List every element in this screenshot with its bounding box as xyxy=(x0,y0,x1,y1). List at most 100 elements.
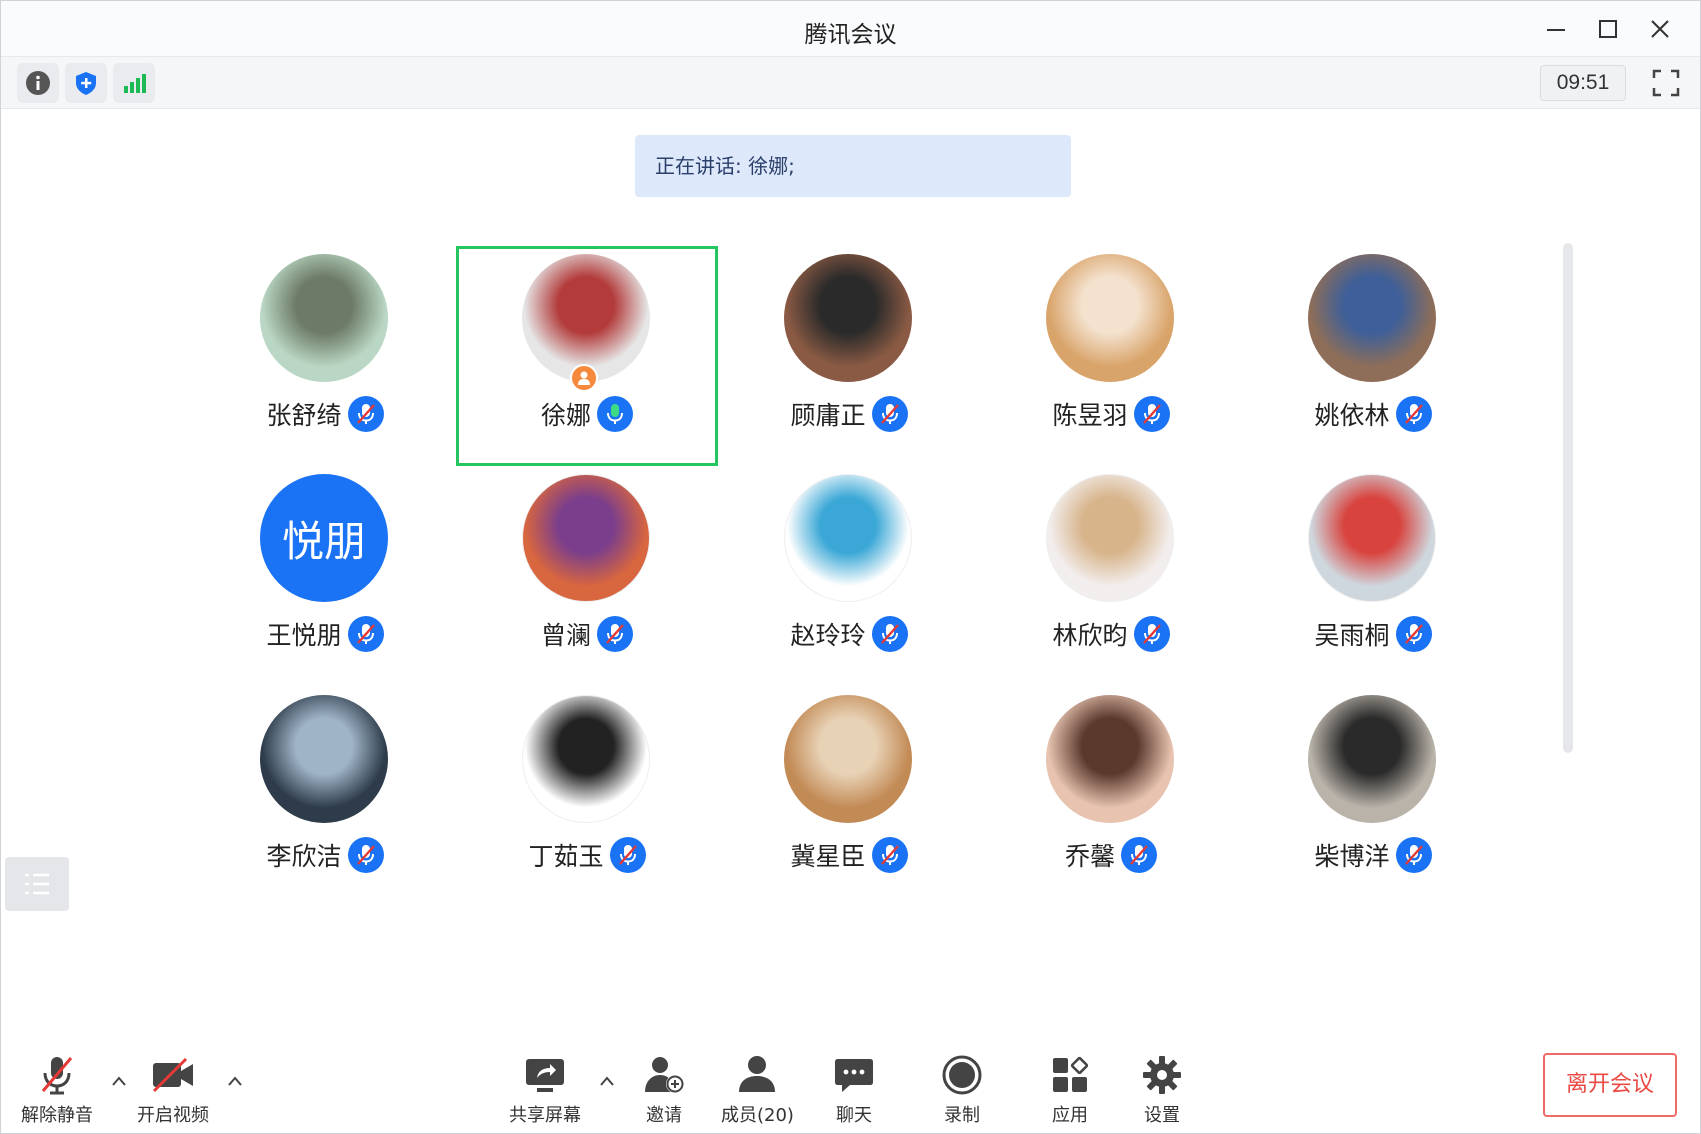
participant-name-row: 丁茹玉 xyxy=(456,837,718,873)
invite-label: 邀请 xyxy=(646,1105,682,1126)
window-controls xyxy=(1530,11,1686,47)
participant-name-row: 顾庸正 xyxy=(718,396,980,432)
participant-tile[interactable]: 徐娜 xyxy=(456,246,718,466)
apps-label: 应用 xyxy=(1052,1105,1088,1126)
meeting-info-bar: 09:51 xyxy=(1,57,1700,109)
info-icon xyxy=(26,71,50,95)
invite-button[interactable]: 邀请 xyxy=(641,1053,687,1127)
participant-name: 林欣昀 xyxy=(1052,621,1128,650)
meeting-info-button[interactable] xyxy=(17,63,59,103)
mic-muted-icon xyxy=(1395,837,1432,873)
participant-tile[interactable]: 林欣昀 xyxy=(980,466,1242,686)
participant-name-row: 乔馨 xyxy=(980,837,1242,873)
avatar xyxy=(1308,254,1436,382)
mic-muted-icon xyxy=(609,837,646,873)
participant-name-row: 王悦朋 xyxy=(194,616,456,652)
unmute-button[interactable]: 解除静音 xyxy=(21,1053,93,1127)
avatar xyxy=(784,695,912,823)
members-label: 成员(20) xyxy=(721,1105,794,1126)
participant-name: 丁茹玉 xyxy=(528,842,604,871)
share-screen-label: 共享屏幕 xyxy=(509,1105,581,1126)
participant-tile[interactable]: 李欣洁 xyxy=(194,687,456,907)
avatar xyxy=(784,254,912,382)
chat-label: 聊天 xyxy=(836,1105,872,1126)
meeting-clock: 09:51 xyxy=(1540,65,1626,101)
participant-name-row: 冀星臣 xyxy=(718,837,980,873)
participant-tile[interactable]: 悦朋 王悦朋 xyxy=(194,466,456,686)
add-person-icon xyxy=(645,1057,684,1093)
record-icon xyxy=(942,1055,982,1095)
minimize-icon xyxy=(1547,29,1565,31)
avatar xyxy=(260,695,388,823)
participant-tile[interactable]: 柴博洋 xyxy=(1242,687,1504,907)
minimize-button[interactable] xyxy=(1530,11,1582,47)
share-screen-button[interactable]: 共享屏幕 xyxy=(509,1053,581,1127)
settings-button[interactable]: 设置 xyxy=(1139,1053,1185,1127)
list-icon xyxy=(25,873,49,895)
maximize-button[interactable] xyxy=(1582,11,1634,47)
participant-name-row: 林欣昀 xyxy=(980,616,1242,652)
mic-muted-icon xyxy=(41,1057,73,1095)
record-button[interactable]: 录制 xyxy=(939,1053,985,1127)
fullscreen-icon xyxy=(1652,69,1680,97)
gear-icon xyxy=(1143,1056,1181,1094)
participant-tile[interactable]: 乔馨 xyxy=(980,687,1242,907)
grid-scrollbar[interactable] xyxy=(1563,243,1573,753)
fullscreen-button[interactable] xyxy=(1646,65,1686,101)
participant-tile[interactable]: 陈昱羽 xyxy=(980,246,1242,466)
settings-label: 设置 xyxy=(1144,1105,1180,1126)
chevron-up-icon xyxy=(112,1076,126,1086)
participant-name: 李欣洁 xyxy=(266,842,342,871)
participant-name: 乔馨 xyxy=(1064,842,1115,871)
mic-muted-icon xyxy=(1395,396,1432,432)
apps-button[interactable]: 应用 xyxy=(1047,1053,1093,1127)
participant-tile[interactable]: 张舒绮 xyxy=(194,246,456,466)
shield-icon xyxy=(76,72,96,95)
mic-muted-icon xyxy=(1395,616,1432,652)
close-button[interactable] xyxy=(1634,11,1686,47)
participant-tile[interactable]: 赵玲玲 xyxy=(718,466,980,686)
participant-tile[interactable]: 顾庸正 xyxy=(718,246,980,466)
mic-muted-icon xyxy=(871,616,908,652)
security-button[interactable] xyxy=(65,63,107,103)
avatar: 悦朋 xyxy=(260,474,388,602)
participant-tile[interactable]: 姚依林 xyxy=(1242,246,1504,466)
participant-name-row: 赵玲玲 xyxy=(718,616,980,652)
video-options-caret[interactable] xyxy=(225,1071,245,1091)
mic-muted-icon xyxy=(1121,837,1157,873)
leave-meeting-button[interactable]: 离开会议 xyxy=(1543,1053,1677,1117)
bottom-toolbar: 解除静音 开启视频 共享屏幕 邀请 成员(20) 聊天 录制 应用 设置 离开会… xyxy=(1,1041,1700,1134)
participant-name-row: 吴雨桐 xyxy=(1242,616,1504,652)
participant-tile[interactable]: 曾澜 xyxy=(456,466,718,686)
participant-tile[interactable]: 吴雨桐 xyxy=(1242,466,1504,686)
side-panel-toggle[interactable] xyxy=(5,857,69,911)
avatar xyxy=(522,474,650,602)
start-video-button[interactable]: 开启视频 xyxy=(137,1053,209,1127)
chevron-up-icon xyxy=(600,1076,614,1086)
chat-icon xyxy=(835,1059,873,1092)
avatar xyxy=(784,474,912,602)
participant-name-row: 陈昱羽 xyxy=(980,396,1242,432)
share-screen-icon xyxy=(526,1059,564,1092)
participant-name-row: 曾澜 xyxy=(456,616,718,652)
maximize-icon xyxy=(1599,20,1617,38)
avatar xyxy=(1046,254,1174,382)
participant-tile[interactable]: 冀星臣 xyxy=(718,687,980,907)
chat-button[interactable]: 聊天 xyxy=(831,1053,877,1127)
participant-name: 吴雨桐 xyxy=(1314,621,1390,650)
audio-options-caret[interactable] xyxy=(109,1071,129,1091)
avatar xyxy=(1046,474,1174,602)
participant-tile[interactable]: 丁茹玉 xyxy=(456,687,718,907)
participant-name: 姚依林 xyxy=(1314,401,1390,430)
participant-name-row: 李欣洁 xyxy=(194,837,456,873)
mic-muted-icon xyxy=(1133,396,1170,432)
mic-muted-icon xyxy=(347,837,384,873)
speaking-indicator: 正在讲话: 徐娜; xyxy=(635,135,1071,197)
network-status-button[interactable] xyxy=(113,63,155,103)
start-video-label: 开启视频 xyxy=(137,1105,209,1126)
share-options-caret[interactable] xyxy=(597,1071,617,1091)
participant-name: 冀星臣 xyxy=(790,842,866,871)
members-button[interactable]: 成员(20) xyxy=(721,1053,794,1127)
participant-name-row: 徐娜 xyxy=(459,396,715,432)
avatar xyxy=(260,254,388,382)
